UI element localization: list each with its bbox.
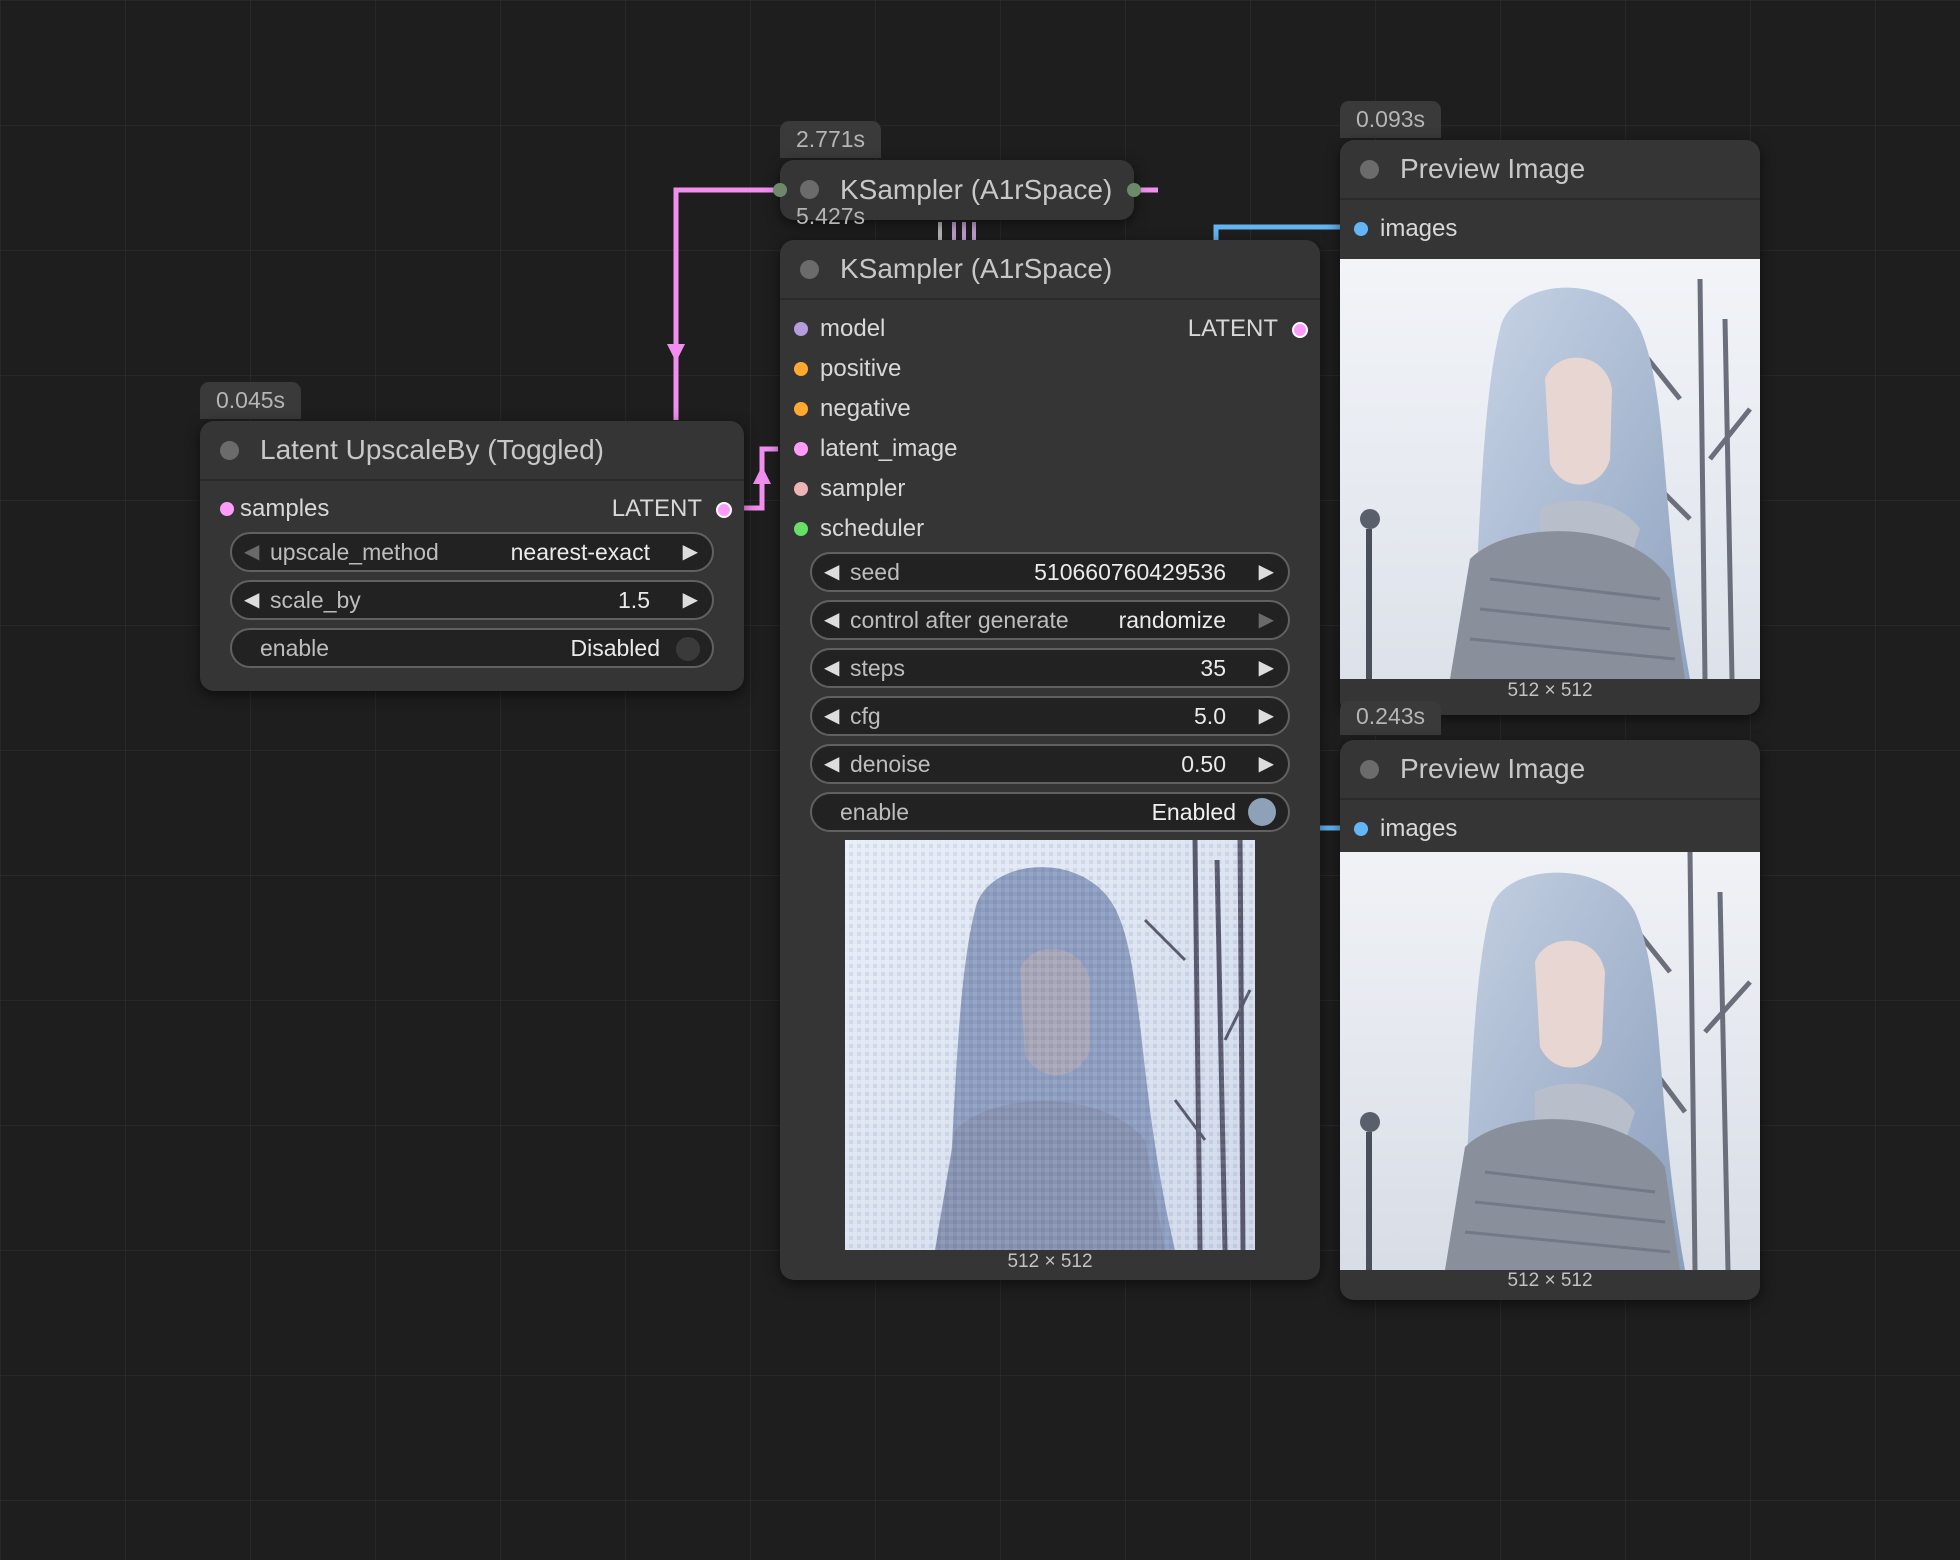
cfg-number[interactable]: ◀ cfg 5.0 ▶	[810, 696, 1290, 736]
node-title-text: Preview Image	[1400, 753, 1586, 784]
control-after-generate-combo[interactable]: ◀ control after generate randomize ▶	[810, 600, 1290, 640]
collapsed-output-pin-icon[interactable]	[1127, 183, 1141, 197]
latent-upscale-node[interactable]: Latent UpscaleBy (Toggled) samples LATEN…	[200, 421, 744, 691]
node-title-text: KSampler (A1rSpace)	[840, 174, 1113, 205]
increment-arrow-icon[interactable]: ▶	[683, 582, 698, 618]
decrement-arrow-icon[interactable]: ◀	[824, 746, 839, 782]
preview-image-node-bottom[interactable]: Preview Image images 512 × 512	[1340, 740, 1760, 1300]
image-dimensions: 512 × 512	[1507, 1270, 1593, 1291]
pixelated-portrait-image	[845, 840, 1255, 1250]
output-latent[interactable]: LATENT	[612, 491, 732, 527]
link-collapsed-to-upscale	[673, 187, 780, 420]
node-title[interactable]: Latent UpscaleBy (Toggled)	[200, 421, 744, 481]
decrement-arrow-icon[interactable]: ◀	[244, 534, 259, 570]
latent-image-pin-icon[interactable]	[794, 442, 808, 456]
increment-arrow-icon[interactable]: ▶	[1259, 746, 1274, 782]
execution-time-badge: 2.771s	[780, 121, 882, 158]
node-title[interactable]: KSampler (A1rSpace)	[780, 240, 1320, 300]
image-dimensions: 512 × 512	[1507, 680, 1593, 701]
enable-toggle[interactable]: enable Enabled	[810, 792, 1290, 832]
increment-arrow-icon[interactable]: ▶	[1259, 602, 1274, 638]
preview-output-image	[1340, 259, 1760, 679]
input-latent-image[interactable]: latent_image	[794, 431, 957, 467]
input-positive[interactable]: positive	[794, 351, 901, 387]
negative-pin-icon[interactable]	[794, 402, 808, 416]
decrement-arrow-icon[interactable]: ◀	[824, 554, 839, 590]
input-sampler[interactable]: sampler	[794, 471, 905, 507]
images-pin-icon[interactable]	[1354, 822, 1368, 836]
images-pin-icon[interactable]	[1354, 222, 1368, 236]
decrement-arrow-icon[interactable]: ◀	[824, 650, 839, 686]
execution-time-badge: 0.093s	[1340, 101, 1442, 138]
link-stubs-samplers	[938, 222, 976, 240]
decrement-arrow-icon[interactable]: ◀	[824, 698, 839, 734]
input-scheduler[interactable]: scheduler	[794, 511, 924, 547]
portrait-image	[1340, 852, 1760, 1270]
scheduler-pin-icon[interactable]	[794, 522, 808, 536]
collapse-dot-icon[interactable]	[800, 260, 819, 279]
execution-time-badge: 0.243s	[1340, 701, 1442, 735]
decrement-arrow-icon[interactable]: ◀	[244, 582, 259, 618]
denoise-number[interactable]: ◀ denoise 0.50 ▶	[810, 744, 1290, 784]
node-title-text: Preview Image	[1400, 153, 1586, 184]
upscale-method-combo[interactable]: ◀ upscale_method nearest-exact ▶	[230, 532, 714, 572]
collapse-dot-icon[interactable]	[1360, 160, 1379, 179]
preview-image-node-top[interactable]: Preview Image images 512 × 512	[1340, 140, 1760, 715]
graph-canvas[interactable]: 0.045s Latent UpscaleBy (Toggled) sample…	[0, 0, 1960, 1560]
input-model[interactable]: model	[794, 311, 885, 347]
collapse-dot-icon[interactable]	[800, 180, 819, 199]
increment-arrow-icon[interactable]: ▶	[683, 534, 698, 570]
node-title[interactable]: Preview Image	[1340, 740, 1760, 800]
decrement-arrow-icon[interactable]: ◀	[824, 602, 839, 638]
sampler-pin-icon[interactable]	[794, 482, 808, 496]
collapse-dot-icon[interactable]	[220, 441, 239, 460]
toggle-off-knob-icon[interactable]	[676, 637, 700, 661]
toggle-on-knob-icon[interactable]	[1248, 798, 1276, 826]
enable-toggle[interactable]: enable Disabled	[230, 628, 714, 668]
output-latent[interactable]: LATENT	[1188, 311, 1308, 347]
increment-arrow-icon[interactable]: ▶	[1259, 650, 1274, 686]
ksampler-node[interactable]: KSampler (A1rSpace) model LATENT positiv…	[780, 240, 1320, 1280]
link-image-top	[1213, 224, 1342, 240]
increment-arrow-icon[interactable]: ▶	[1259, 554, 1274, 590]
portrait-image	[1340, 259, 1760, 679]
image-dimensions: 512 × 512	[1007, 1251, 1093, 1272]
node-title-text: KSampler (A1rSpace)	[840, 253, 1113, 284]
positive-pin-icon[interactable]	[794, 362, 808, 376]
input-negative[interactable]: negative	[794, 391, 911, 427]
samples-pin-icon[interactable]	[220, 502, 234, 516]
link-arrow-latent	[753, 466, 771, 484]
execution-time-badge: 5.427s	[796, 203, 866, 229]
input-images[interactable]: images	[1354, 811, 1457, 847]
latent-output-pin-icon[interactable]	[1292, 322, 1308, 338]
scale-by-number[interactable]: ◀ scale_by 1.5 ▶	[230, 580, 714, 620]
steps-number[interactable]: ◀ steps 35 ▶	[810, 648, 1290, 688]
input-samples[interactable]: samples	[220, 491, 329, 527]
execution-time-badge: 0.045s	[200, 382, 302, 419]
latent-output-pin-icon[interactable]	[716, 502, 732, 518]
collapse-dot-icon[interactable]	[1360, 760, 1379, 779]
model-pin-icon[interactable]	[794, 322, 808, 336]
seed-number[interactable]: ◀ seed 510660760429536 ▶	[810, 552, 1290, 592]
increment-arrow-icon[interactable]: ▶	[1259, 698, 1274, 734]
node-title-text: Latent UpscaleBy (Toggled)	[260, 434, 604, 465]
collapsed-input-pin-icon[interactable]	[773, 183, 787, 197]
preview-output-image	[1340, 852, 1760, 1270]
latent-preview-image	[845, 840, 1255, 1250]
input-images[interactable]: images	[1354, 211, 1457, 247]
link-arrow-down	[667, 344, 685, 362]
node-title[interactable]: Preview Image	[1340, 140, 1760, 200]
